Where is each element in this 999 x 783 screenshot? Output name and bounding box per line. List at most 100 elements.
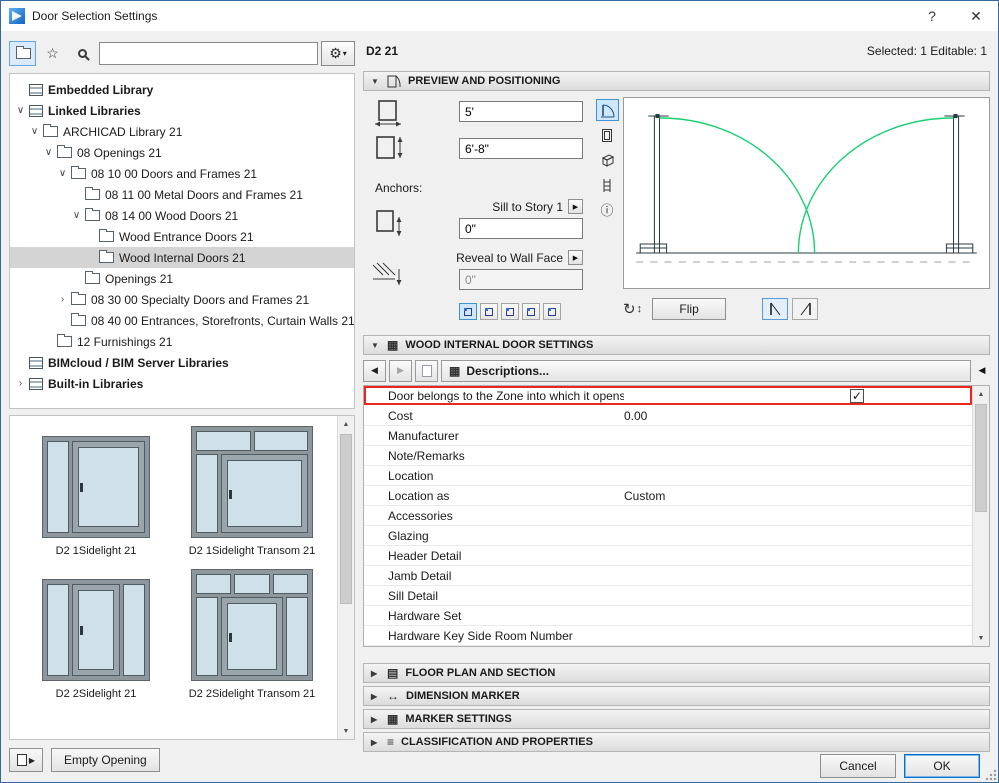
preview-mode-plan-button[interactable] <box>595 99 619 121</box>
thumbnail-item[interactable]: D2 2Sidelight Transom 21 <box>174 569 330 700</box>
anchor-option-1[interactable] <box>459 303 477 320</box>
zone-checkbox[interactable]: ✓ <box>850 388 864 403</box>
descriptions-dropdown[interactable]: ▦ Descriptions... <box>441 359 971 382</box>
preview-mode-3d-button[interactable] <box>596 149 619 171</box>
tree-item[interactable]: 08 40 00 Entrances, Storefronts, Curtain… <box>10 310 354 331</box>
collapse-arrow-icon[interactable]: ∨ <box>14 105 27 116</box>
cancel-button[interactable]: Cancel <box>820 754 896 778</box>
previous-page-button[interactable]: ◀ <box>363 359 386 382</box>
door-height-input[interactable] <box>459 138 583 159</box>
tree-item[interactable]: 08 11 00 Metal Doors and Frames 21 <box>10 184 354 205</box>
tree-item[interactable]: Openings 21 <box>10 268 354 289</box>
section-dimension-marker[interactable]: ▶ ↔ DIMENSION MARKER <box>363 686 990 706</box>
search-view-button[interactable] <box>69 41 96 66</box>
folder-view-button[interactable] <box>9 40 36 66</box>
section-marker-settings[interactable]: ▶ ▦ MARKER SETTINGS <box>363 709 990 729</box>
close-button[interactable]: ✕ <box>954 1 998 31</box>
section-floor-plan-and-section[interactable]: ▶ ▤ FLOOR PLAN AND SECTION <box>363 663 990 683</box>
tree-item[interactable]: Wood Entrance Doors 21 <box>10 226 354 247</box>
scroll-up-icon[interactable]: ▲ <box>973 386 990 402</box>
favorites-button[interactable]: ☆ <box>39 41 66 66</box>
tree-item[interactable]: BIMcloud / BIM Server Libraries <box>10 352 354 373</box>
parameter-row[interactable]: Jamb Detail <box>364 566 972 586</box>
parameter-scroll-thumb[interactable] <box>975 404 987 512</box>
collapse-arrow-icon[interactable]: ∨ <box>28 126 41 137</box>
thumbnail-scrollbar[interactable]: ▲ ▼ <box>337 416 354 739</box>
rotation-control[interactable]: ↻ ↕ <box>623 300 642 318</box>
scroll-up-icon[interactable]: ▲ <box>338 416 355 432</box>
tree-item[interactable]: ∨ 08 14 00 Wood Doors 21 <box>10 205 354 226</box>
anchor-option-3[interactable] <box>501 303 519 320</box>
parameter-row[interactable]: Location <box>364 466 972 486</box>
tree-item[interactable]: Wood Internal Doors 21 <box>10 247 354 268</box>
help-button[interactable]: ? <box>910 1 954 31</box>
parameter-row[interactable]: Header Detail <box>364 546 972 566</box>
sill-anchor-flyout-button[interactable]: ▶ <box>568 199 583 214</box>
thumbnail-scroll-track[interactable] <box>338 432 354 723</box>
library-tree[interactable]: Embedded Library ∨ Linked Libraries ∨ ARCHIC… <box>9 73 355 409</box>
thumbnail-item[interactable]: D2 2Sidelight 21 <box>18 569 174 700</box>
parameter-row[interactable]: Note/Remarks <box>364 446 972 466</box>
collapse-arrow-icon[interactable]: ∨ <box>42 147 55 158</box>
collapse-arrow-icon[interactable]: ∨ <box>56 168 69 179</box>
parameter-row[interactable]: Sill Detail <box>364 586 972 606</box>
tree-item[interactable]: ∨ Linked Libraries <box>10 100 354 121</box>
tree-item[interactable]: › 08 30 00 Specialty Doors and Frames 21 <box>10 289 354 310</box>
section-preview-and-positioning[interactable]: ▼ PREVIEW AND POSITIONING <box>363 71 990 91</box>
thumbnail-scroll-thumb[interactable] <box>340 434 352 604</box>
expand-arrow-icon[interactable]: › <box>56 294 69 305</box>
thumbnail-item[interactable] <box>18 712 174 739</box>
parameter-flyout-button[interactable]: ◀ <box>974 365 990 376</box>
collapse-arrow-icon[interactable]: ∨ <box>70 210 83 221</box>
preview-info-button[interactable]: ⓘ <box>596 199 619 221</box>
reveal-anchor-flyout-button[interactable]: ▶ <box>568 250 583 265</box>
thumbnail-item[interactable]: D2 1Sidelight Transom 21 <box>174 426 330 557</box>
transfer-settings-button[interactable] <box>415 359 438 382</box>
anchor-option-2[interactable] <box>480 303 498 320</box>
empty-opening-button[interactable]: Empty Opening <box>51 748 160 772</box>
parameter-row[interactable]: Location as Custom <box>364 486 972 506</box>
parameter-row[interactable]: Door belongs to the Zone into which it o… <box>364 386 972 406</box>
reveal-depth-input[interactable] <box>459 269 583 290</box>
tree-item[interactable]: ∨ 08 10 00 Doors and Frames 21 <box>10 163 354 184</box>
sill-height-input[interactable] <box>459 218 583 239</box>
ok-button[interactable]: OK <box>904 754 980 778</box>
parameter-row[interactable]: Manufacturer <box>364 426 972 446</box>
section-classification-and-properties[interactable]: ▶ ≡ CLASSIFICATION AND PROPERTIES <box>363 732 990 752</box>
preview-mode-section-button[interactable] <box>596 174 619 196</box>
resize-grip[interactable] <box>984 768 997 781</box>
section-wood-internal-door-settings[interactable]: ▼ ▦ WOOD INTERNAL DOOR SETTINGS <box>363 335 990 355</box>
parameter-row[interactable]: Hardware Set <box>364 606 972 626</box>
parameter-row[interactable]: Accessories <box>364 506 972 526</box>
section-label: MARKER SETTINGS <box>405 713 512 725</box>
settings-menu-button[interactable]: ⚙ ▾ <box>321 40 355 66</box>
title-bar[interactable]: Door Selection Settings ? ✕ <box>1 1 998 31</box>
door-width-input[interactable] <box>459 101 583 122</box>
preview-canvas[interactable] <box>623 97 990 289</box>
parameter-row[interactable]: Cost 0.00 <box>364 406 972 426</box>
parameter-row[interactable]: Glazing <box>364 526 972 546</box>
scroll-down-icon[interactable]: ▼ <box>973 630 990 646</box>
object-name: D2 21 <box>366 44 399 58</box>
parameter-row[interactable]: Hardware Key Side Room Number <box>364 626 972 646</box>
search-input[interactable] <box>99 41 318 65</box>
expand-arrow-icon[interactable]: › <box>14 378 27 389</box>
thumbnail-item[interactable] <box>174 712 330 739</box>
load-other-object-button[interactable]: ▶ <box>9 748 43 772</box>
preview-mode-elevation-button[interactable] <box>596 124 619 146</box>
anchor-option-5[interactable] <box>543 303 561 320</box>
tree-item[interactable]: ∨ ARCHICAD Library 21 <box>10 121 354 142</box>
flip-button[interactable]: Flip <box>652 298 727 320</box>
next-page-button[interactable]: ▶ <box>389 359 412 382</box>
mirror-left-button[interactable] <box>762 298 789 320</box>
tree-item[interactable]: Embedded Library <box>10 79 354 100</box>
scroll-down-icon[interactable]: ▼ <box>338 723 355 739</box>
parameter-scrollbar[interactable]: ▲ ▼ <box>972 386 989 646</box>
tree-item[interactable]: › Built-in Libraries <box>10 373 354 394</box>
thumbnail-item[interactable]: D2 1Sidelight 21 <box>18 426 174 557</box>
parameter-scroll-track[interactable] <box>973 402 989 630</box>
mirror-right-button[interactable] <box>792 298 819 320</box>
anchor-option-4[interactable] <box>522 303 540 320</box>
tree-item[interactable]: 12 Furnishings 21 <box>10 331 354 352</box>
tree-item[interactable]: ∨ 08 Openings 21 <box>10 142 354 163</box>
